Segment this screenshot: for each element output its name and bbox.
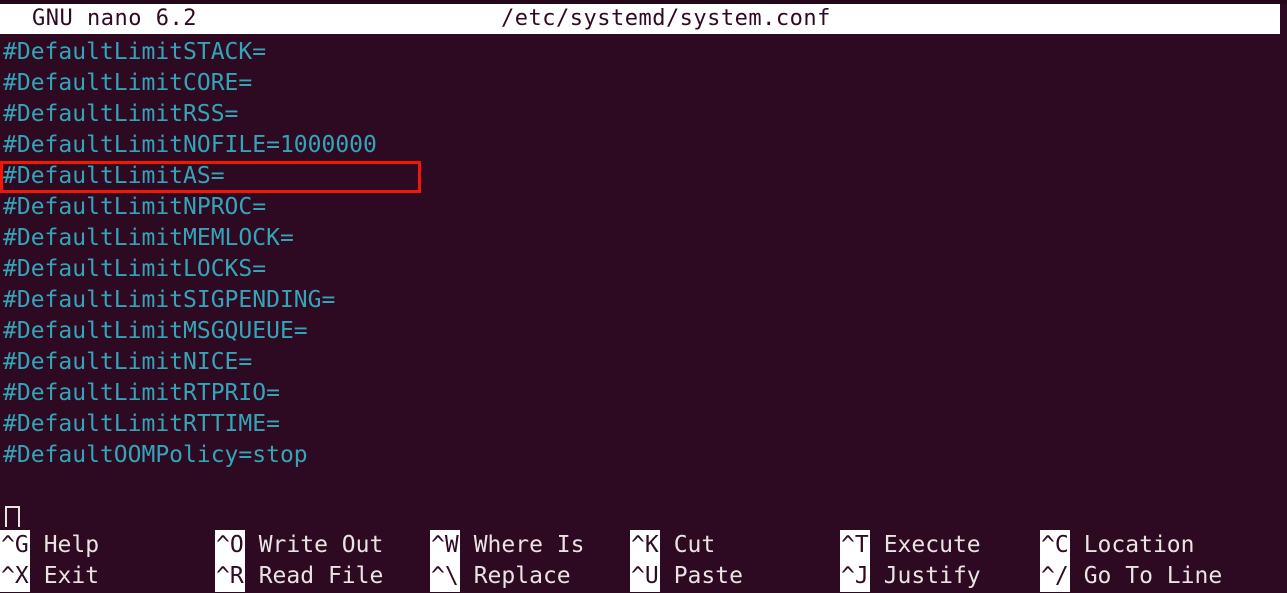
shortcut-key-badge: ^K — [630, 530, 660, 561]
shortcut-justify[interactable]: ^J Justify — [840, 561, 981, 592]
shortcut-label: Cut — [673, 532, 716, 558]
shortcut-help[interactable]: ^G Help — [0, 530, 99, 561]
shortcut-paste[interactable]: ^U Paste — [630, 561, 743, 592]
code-line[interactable]: #DefaultOOMPolicy=stop — [3, 440, 308, 471]
code-line[interactable]: #DefaultLimitMSGQUEUE= — [3, 316, 308, 347]
app-version-label: GNU nano 6.2 — [32, 6, 197, 31]
shortcut-key-badge: ^R — [215, 561, 245, 592]
shortcut-key-badge: ^C — [1040, 530, 1070, 561]
code-line[interactable]: #DefaultLimitCORE= — [3, 68, 252, 99]
shortcut-go-to-line[interactable]: ^/ Go To Line — [1040, 561, 1222, 592]
shortcut-read-file[interactable]: ^R Read File — [215, 561, 383, 592]
shortcut-label: Paste — [673, 563, 743, 589]
shortcut-key-badge: ^X — [0, 561, 30, 592]
shortcut-row-secondary: ^X Exit ^R Read File ^\ Replace ^U Paste ^J Justi… — [0, 561, 1287, 592]
code-line[interactable]: #DefaultLimitLOCKS= — [3, 254, 266, 285]
shortcut-key-badge: ^O — [215, 530, 245, 561]
code-line[interactable]: #DefaultLimitRTTIME= — [3, 409, 280, 440]
shortcut-label: Justify — [883, 563, 981, 589]
shortcut-key-badge: ^U — [630, 561, 660, 592]
nano-terminal-window: GNU nano 6.2 /etc/systemd/system.conf #D… — [0, 0, 1287, 593]
shortcut-label: Read File — [258, 563, 384, 589]
open-file-path: /etc/systemd/system.conf — [501, 6, 831, 31]
shortcut-where-is[interactable]: ^W Where Is — [430, 530, 584, 561]
shortcut-key-badge: ^J — [840, 561, 870, 592]
shortcut-label: Replace — [473, 563, 571, 589]
shortcut-row-primary: ^G Help ^O Write Out ^W Where Is ^K Cut ^T Execut… — [0, 530, 1287, 561]
code-line[interactable]: #DefaultLimitNOFILE=1000000 — [3, 130, 377, 161]
code-line[interactable]: #DefaultLimitAS= — [3, 161, 225, 192]
code-line[interactable]: #DefaultLimitNPROC= — [3, 192, 266, 223]
code-line[interactable]: #DefaultLimitSTACK= — [3, 37, 266, 68]
shortcut-key-badge: ^\ — [430, 561, 460, 592]
code-line[interactable]: #DefaultLimitSIGPENDING= — [3, 285, 335, 316]
code-line[interactable]: #DefaultLimitNICE= — [3, 347, 252, 378]
editor-text-area[interactable]: #DefaultLimitSTACK= #DefaultLimitCORE= #De… — [0, 34, 1287, 534]
shortcut-exit[interactable]: ^X Exit — [0, 561, 99, 592]
shortcut-label: Location — [1083, 532, 1195, 558]
shortcut-replace[interactable]: ^\ Replace — [430, 561, 571, 592]
shortcut-cut[interactable]: ^K Cut — [630, 530, 715, 561]
shortcut-label: Write Out — [258, 532, 384, 558]
shortcut-key-badge: ^G — [0, 530, 30, 561]
shortcut-label: Help — [43, 532, 100, 558]
shortcut-write-out[interactable]: ^O Write Out — [215, 530, 383, 561]
shortcut-label: Go To Line — [1083, 563, 1223, 589]
shortcut-location[interactable]: ^C Location — [1040, 530, 1194, 561]
shortcut-execute[interactable]: ^T Execute — [840, 530, 981, 561]
nano-title-bar: GNU nano 6.2 /etc/systemd/system.conf — [0, 4, 1280, 34]
shortcut-key-badge: ^/ — [1040, 561, 1070, 592]
nano-shortcut-bar: ^G Help ^O Write Out ^W Where Is ^K Cut ^T Execut… — [0, 527, 1287, 593]
shortcut-label: Execute — [883, 532, 981, 558]
code-line[interactable]: #DefaultLimitRSS= — [3, 99, 238, 130]
code-line[interactable]: #DefaultLimitRTPRIO= — [3, 378, 280, 409]
shortcut-label: Exit — [43, 563, 100, 589]
shortcut-key-badge: ^W — [430, 530, 460, 561]
shortcut-key-badge: ^T — [840, 530, 870, 561]
shortcut-label: Where Is — [473, 532, 585, 558]
code-line[interactable]: #DefaultLimitMEMLOCK= — [3, 223, 294, 254]
